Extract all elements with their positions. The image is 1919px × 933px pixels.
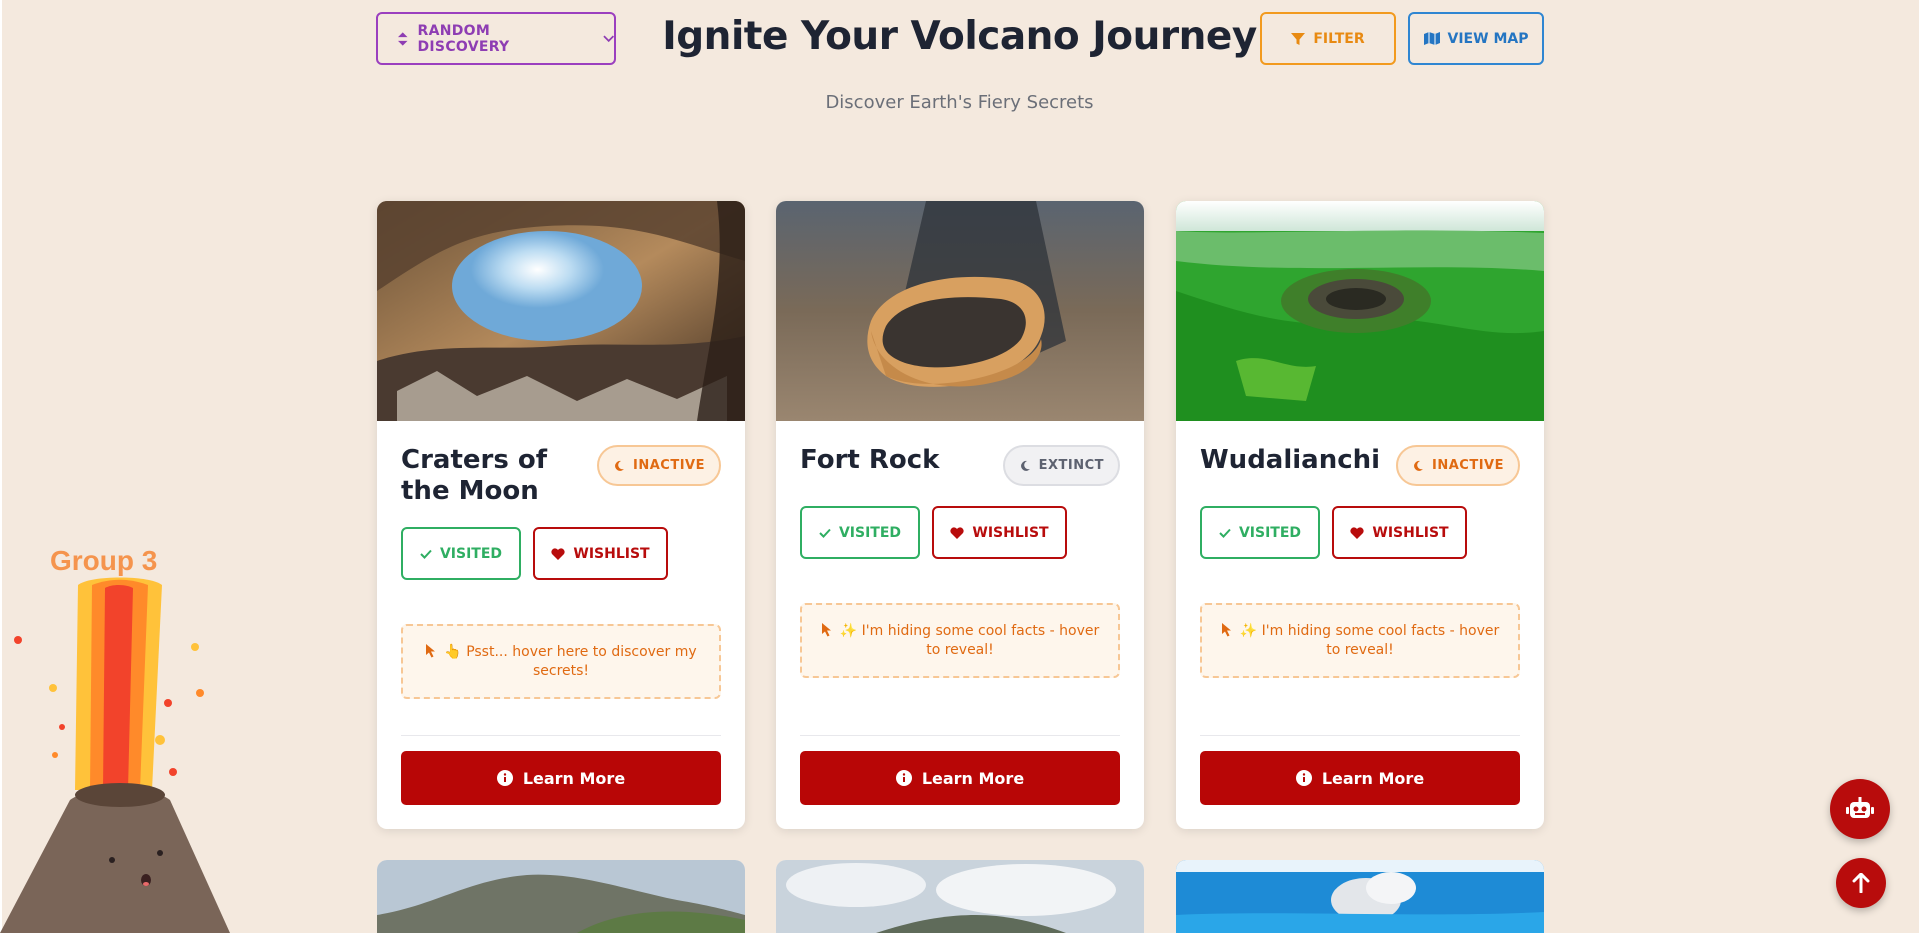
volcano-card: Wudalianchi INACTIVE VISITED WISHLIST ✨ … xyxy=(1176,201,1544,829)
learn-more-button[interactable]: Learn More xyxy=(800,751,1120,805)
check-icon xyxy=(819,528,831,538)
filter-label: FILTER xyxy=(1313,30,1365,47)
view-map-label: VIEW MAP xyxy=(1447,30,1529,47)
wishlist-label: WISHLIST xyxy=(1372,524,1449,541)
wishlist-label: WISHLIST xyxy=(972,524,1049,541)
arrow-up-icon xyxy=(1852,873,1870,893)
secret-facts-hint[interactable]: ✨ I'm hiding some cool facts - hover to … xyxy=(1200,603,1520,678)
volcano-image xyxy=(377,201,745,421)
header: RANDOM DISCOVERY Ignite Your Volcano Jou… xyxy=(0,0,1919,130)
wishlist-button[interactable]: WISHLIST xyxy=(932,506,1067,559)
info-icon xyxy=(895,770,912,786)
card-actions: VISITED WISHLIST xyxy=(401,527,668,580)
wishlist-button[interactable]: WISHLIST xyxy=(1332,506,1467,559)
learn-more-button[interactable]: Learn More xyxy=(1200,751,1520,805)
check-icon xyxy=(420,549,432,559)
pointer-icon xyxy=(821,622,831,636)
scroll-to-top-button[interactable] xyxy=(1836,858,1886,908)
visited-label: VISITED xyxy=(1238,524,1302,541)
volcano-image xyxy=(1176,860,1544,933)
volcano-card-partial xyxy=(1176,860,1544,933)
filter-icon xyxy=(1291,32,1306,45)
moon-icon xyxy=(615,460,625,471)
volcano-image xyxy=(1176,201,1544,421)
robot-icon xyxy=(1846,797,1874,818)
map-icon xyxy=(1423,32,1440,45)
learn-more-label: Learn More xyxy=(1321,768,1425,788)
learn-more-label: Learn More xyxy=(522,768,626,788)
moon-icon xyxy=(1020,460,1030,471)
status-label: INACTIVE xyxy=(633,458,705,473)
visited-button[interactable]: VISITED xyxy=(800,506,920,559)
info-icon xyxy=(496,770,513,786)
hint-text: ✨ I'm hiding some cool facts - hover to … xyxy=(839,622,1100,658)
learn-more-button[interactable]: Learn More xyxy=(401,751,721,805)
volcano-card: Craters of the Moon INACTIVE VISITED WIS… xyxy=(377,201,745,829)
status-badge: INACTIVE xyxy=(1396,445,1520,486)
card-actions: VISITED WISHLIST xyxy=(800,506,1067,559)
pointer-icon xyxy=(426,643,436,657)
moon-icon xyxy=(1414,460,1424,471)
learn-more-label: Learn More xyxy=(921,768,1025,788)
visited-label: VISITED xyxy=(838,524,902,541)
secret-facts-hint[interactable]: ✨ I'm hiding some cool facts - hover to … xyxy=(800,603,1120,678)
filter-button[interactable]: FILTER xyxy=(1260,12,1396,65)
card-actions: VISITED WISHLIST xyxy=(1200,506,1467,559)
heart-icon xyxy=(551,547,565,560)
card-title: Wudalianchi xyxy=(1200,445,1381,475)
volcano-mascot xyxy=(0,577,230,933)
volcano-card: Fort Rock EXTINCT VISITED WISHLIST ✨ I'm… xyxy=(776,201,1144,829)
heart-icon xyxy=(950,526,964,539)
group-label: Group 3 xyxy=(50,545,158,576)
wishlist-button[interactable]: WISHLIST xyxy=(533,527,668,580)
visited-button[interactable]: VISITED xyxy=(401,527,521,580)
hint-text: ✨ I'm hiding some cool facts - hover to … xyxy=(1239,622,1500,658)
card-title: Fort Rock xyxy=(800,445,940,475)
heart-icon xyxy=(1350,526,1364,539)
status-label: INACTIVE xyxy=(1432,458,1504,473)
status-label: EXTINCT xyxy=(1038,458,1104,473)
volcano-image xyxy=(776,860,1144,933)
card-title: Craters of the Moon xyxy=(401,445,548,506)
status-badge: EXTINCT xyxy=(1002,445,1120,486)
page-subtitle: Discover Earth's Fiery Secrets xyxy=(825,92,1094,113)
volcano-card-partial xyxy=(776,860,1144,933)
card-divider xyxy=(1200,735,1520,736)
chatbot-button[interactable] xyxy=(1830,779,1890,839)
wishlist-label: WISHLIST xyxy=(573,545,650,562)
visited-label: VISITED xyxy=(439,545,503,562)
hint-text: 👆 Psst... hover here to discover my secr… xyxy=(444,643,697,679)
secret-facts-hint[interactable]: 👆 Psst... hover here to discover my secr… xyxy=(401,624,721,699)
status-badge: INACTIVE xyxy=(597,445,721,486)
view-map-button[interactable]: VIEW MAP xyxy=(1408,12,1544,65)
volcano-image xyxy=(776,201,1144,421)
check-icon xyxy=(1219,528,1231,538)
volcano-card-partial xyxy=(377,860,745,933)
visited-button[interactable]: VISITED xyxy=(1200,506,1320,559)
card-divider xyxy=(401,735,721,736)
card-divider xyxy=(800,735,1120,736)
volcano-image xyxy=(377,860,745,933)
page-title: Ignite Your Volcano Journey xyxy=(662,14,1257,59)
info-icon xyxy=(1295,770,1312,786)
pointer-icon xyxy=(1221,622,1231,636)
